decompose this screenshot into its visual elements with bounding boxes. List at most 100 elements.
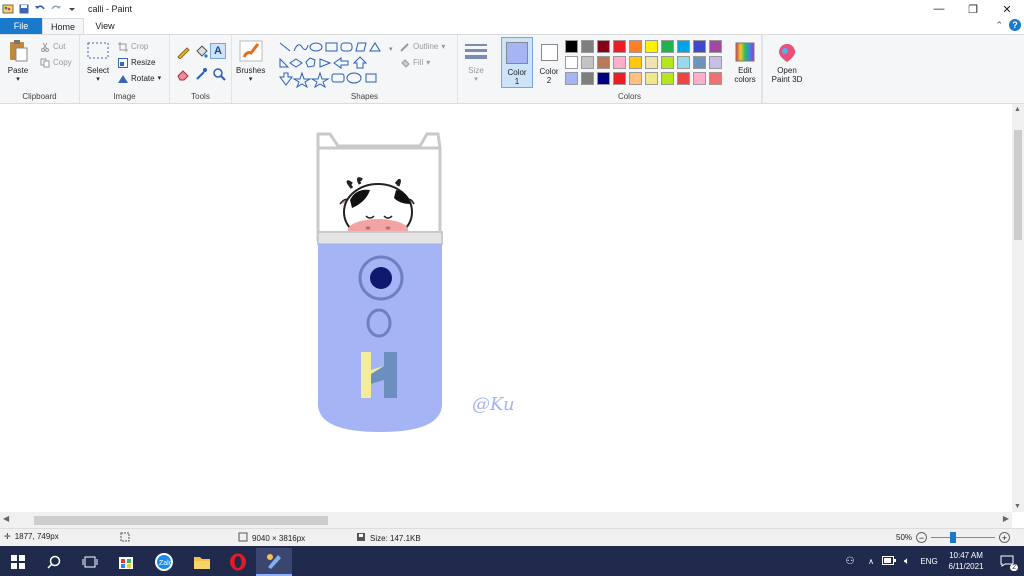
volume-icon[interactable]: 🔈︎ [898,556,916,567]
zoom-in-icon[interactable]: + [999,532,1011,543]
save-icon[interactable] [18,3,30,15]
clock[interactable]: 10:47 AM 6/11/2021 [942,550,990,572]
palette-swatch[interactable] [629,72,642,85]
taskbar-zalo[interactable]: Zalo [146,548,182,576]
language-indicator[interactable]: ENG [916,557,942,566]
select-button[interactable]: Select ▾ [86,39,110,84]
palette-swatch[interactable] [565,56,578,69]
taskbar-paint[interactable] [256,548,292,576]
scroll-down-icon[interactable]: ▼ [1014,503,1021,510]
palette-swatch[interactable] [629,56,642,69]
paint-app-icon[interactable] [2,3,14,15]
tab-file[interactable]: File [0,18,42,34]
scroll-up-icon[interactable]: ▲ [1014,106,1021,113]
horizontal-scrollbar[interactable]: ◀ ▶ [0,512,1012,528]
palette-swatch[interactable] [709,40,722,53]
fill-button[interactable]: Fill ▾ [400,58,430,68]
palette-swatch[interactable] [709,72,722,85]
notifications-button[interactable]: 2 [990,546,1024,576]
search-button[interactable] [36,548,72,576]
palette-swatch[interactable] [597,56,610,69]
canvas-area[interactable]: @Ku [0,104,1012,512]
horizontal-scroll-thumb[interactable] [34,516,328,525]
start-button[interactable] [0,548,36,576]
paste-button[interactable]: Paste ▾ [6,39,30,84]
palette-swatch[interactable] [565,72,578,85]
text-tool-icon[interactable]: A [210,43,226,59]
zoom-slider[interactable] [931,532,996,543]
palette-swatch[interactable] [581,56,594,69]
shapes-gallery[interactable] [278,41,390,91]
palette-swatch[interactable] [581,40,594,53]
palette-swatch[interactable] [645,72,658,85]
palette-swatch[interactable] [613,72,626,85]
palette-swatch[interactable] [597,40,610,53]
tab-home[interactable]: Home [42,18,84,34]
rotate-button[interactable]: Rotate ▾ [118,74,161,84]
crop-icon [118,42,128,52]
brushes-button[interactable]: Brushes ▾ [236,39,265,84]
customize-qat-icon[interactable] [66,3,78,15]
palette-swatch[interactable] [581,72,594,85]
pencil-icon[interactable] [176,45,190,61]
palette-swatch[interactable] [693,72,706,85]
redo-icon[interactable] [50,3,62,15]
palette-swatch[interactable] [597,72,610,85]
palette-swatch[interactable] [645,40,658,53]
palette-swatch[interactable] [677,56,690,69]
zoom-slider-thumb[interactable] [950,532,957,543]
battery-icon[interactable] [880,555,898,567]
taskbar-opera[interactable] [220,548,256,576]
cut-button[interactable]: Cut [40,42,65,52]
eraser-icon[interactable] [176,67,190,83]
people-icon[interactable]: ⚇ [838,556,862,567]
paint-taskbar-icon [267,554,281,569]
palette-swatch[interactable] [629,40,642,53]
maximize-button[interactable]: ❐ [956,0,990,18]
scroll-right-icon[interactable]: ▶ [1003,514,1009,523]
palette-swatch[interactable] [661,40,674,53]
open-paint3d-button[interactable]: Open Paint 3D [766,41,808,84]
tab-view[interactable]: View [84,18,126,34]
copy-icon [40,58,50,68]
minimize-button[interactable]: — [922,0,956,18]
palette-swatch[interactable] [565,40,578,53]
vertical-scrollbar[interactable]: ▲ ▼ [1012,104,1024,512]
fill-bucket-icon[interactable] [194,45,208,61]
show-hidden-icons[interactable]: ∧ [862,557,880,566]
palette-swatch[interactable] [709,56,722,69]
taskbar-file-explorer[interactable] [184,548,220,576]
drawing-canvas[interactable]: @Ku [0,104,1012,512]
close-button[interactable]: ✕ [990,0,1024,18]
palette-swatch[interactable] [613,56,626,69]
palette-swatch[interactable] [693,40,706,53]
undo-icon[interactable] [34,3,46,15]
size-button[interactable]: Size ▾ [464,39,488,84]
color-picker-icon[interactable] [194,67,208,83]
outline-button[interactable]: Outline ▾ [400,42,445,52]
palette-swatch[interactable] [661,56,674,69]
help-icon[interactable]: ? [1009,19,1021,31]
zoom-out-icon[interactable]: − [916,532,928,543]
palette-swatch[interactable] [677,40,690,53]
taskbar-app-store[interactable] [108,548,144,576]
palette-swatch[interactable] [645,56,658,69]
palette-swatch[interactable] [693,56,706,69]
palette-swatch[interactable] [677,72,690,85]
crosshair-icon: ✛ [4,532,11,541]
crop-button[interactable]: Crop [118,42,148,52]
windows-icon [11,555,25,569]
color1-button[interactable]: Color 1 [501,37,533,88]
vertical-scroll-thumb[interactable] [1014,130,1022,240]
resize-button[interactable]: Resize [118,58,155,68]
collapse-ribbon-icon[interactable]: ⌃ [995,20,1003,31]
palette-swatch[interactable] [661,72,674,85]
task-view-button[interactable] [72,548,108,576]
shapes-scroll-icon[interactable]: ▾ [389,45,393,53]
scroll-left-icon[interactable]: ◀ [3,514,9,523]
copy-button[interactable]: Copy [40,58,72,68]
palette-swatch[interactable] [613,40,626,53]
edit-colors-button[interactable]: Edit colors [730,41,760,84]
color2-button[interactable]: Color 2 [536,37,562,88]
magnifier-icon[interactable] [212,67,226,83]
